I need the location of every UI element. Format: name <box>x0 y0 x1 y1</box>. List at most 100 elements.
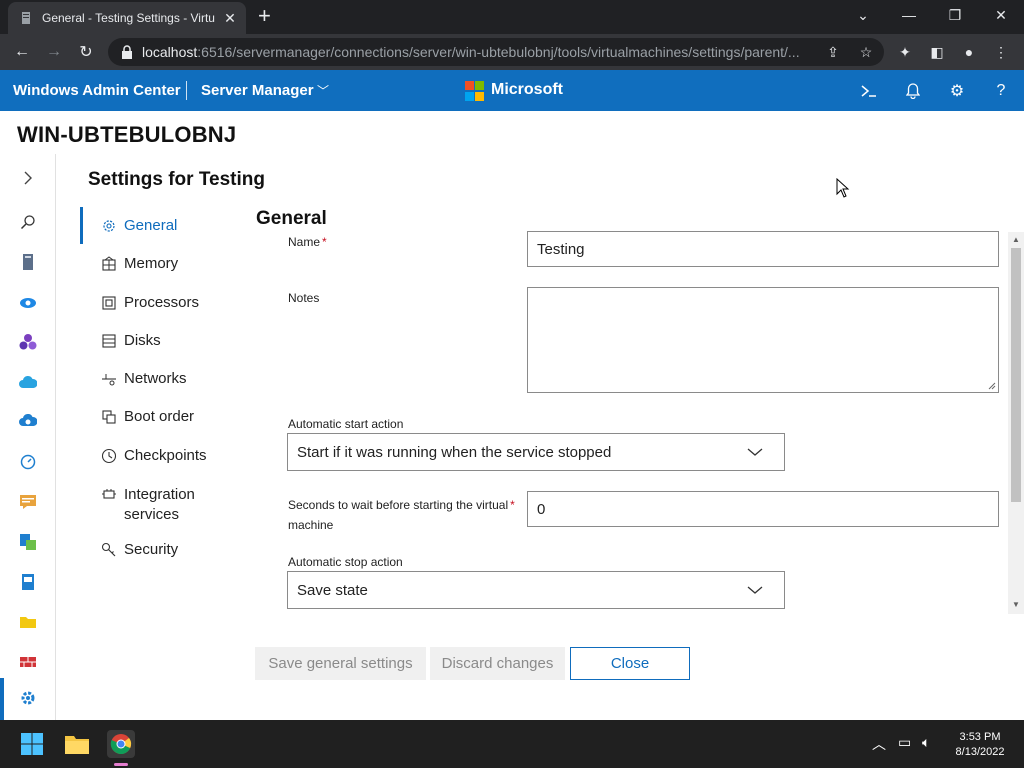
active-app-indicator <box>114 763 128 766</box>
scroll-up-icon[interactable]: ▲ <box>1011 235 1021 245</box>
nav-label: Networks <box>124 370 187 387</box>
scrollbar-thumb[interactable] <box>1011 248 1021 502</box>
lock-icon <box>122 45 132 59</box>
auto-start-label: Automatic start action <box>288 417 404 431</box>
notification-bell-icon[interactable] <box>902 80 924 102</box>
azure-hybrid-icon[interactable] <box>18 372 38 392</box>
network-icon <box>100 370 118 388</box>
back-icon[interactable]: ← <box>10 40 34 64</box>
nav-item-boot-order[interactable]: Boot order <box>100 408 194 426</box>
performance-gauge-icon[interactable] <box>18 452 38 472</box>
key-icon <box>100 541 118 559</box>
forward-icon[interactable]: → <box>42 40 66 64</box>
powershell-icon[interactable] <box>858 80 880 102</box>
resize-handle-icon[interactable] <box>988 382 996 390</box>
settings-title: Settings for Testing <box>88 169 265 190</box>
cluster-icon[interactable] <box>18 332 38 352</box>
settings-rail-gear-icon[interactable] <box>18 688 38 708</box>
close-button[interactable]: Close <box>570 647 690 680</box>
azure-monitor-icon[interactable] <box>18 412 38 432</box>
share-icon[interactable]: ⇪ <box>824 43 842 61</box>
clock-date: 8/13/2022 <box>955 746 1005 758</box>
clock-time: 3:53 PM <box>959 731 1001 743</box>
file-explorer-icon[interactable] <box>63 730 91 758</box>
nav-label: Security <box>124 541 179 558</box>
chrome-icon[interactable] <box>107 730 135 758</box>
nav-item-checkpoints[interactable]: Checkpoints <box>100 447 207 465</box>
files-folder-icon[interactable] <box>18 612 38 632</box>
app-header: Windows Admin Center Server Manager ﹀ Mi… <box>0 70 1024 111</box>
reload-icon[interactable]: ↻ <box>74 40 98 64</box>
nav-label: Memory <box>124 255 179 272</box>
auto-start-select[interactable]: Start if it was running when the service… <box>287 433 785 471</box>
browser-tab-title: General - Testing Settings - Virtu <box>42 11 215 25</box>
storage-icon[interactable] <box>18 572 38 592</box>
memory-icon <box>100 255 118 273</box>
firewall-icon[interactable] <box>18 652 38 672</box>
required-mark: * <box>322 235 327 249</box>
side-panel-icon[interactable]: ◧ <box>928 43 946 61</box>
network-tray-icon[interactable]: ▭ <box>898 734 911 751</box>
nav-item-security[interactable]: Security <box>100 541 178 559</box>
close-window-icon[interactable]: ✕ <box>978 0 1024 30</box>
profile-icon[interactable]: ● <box>960 43 978 61</box>
expand-chevron-icon[interactable] <box>18 168 38 188</box>
section-title: General <box>256 208 327 229</box>
nav-item-general[interactable]: General <box>100 217 177 235</box>
name-label: Name * <box>288 235 327 249</box>
chevron-down-icon <box>747 448 763 456</box>
menu-kebab-icon[interactable]: ⋮ <box>992 43 1010 61</box>
integration-icon <box>100 485 118 503</box>
show-hidden-icons-chevron-icon[interactable]: ︿ <box>872 734 886 754</box>
context-switcher[interactable]: Server Manager <box>201 82 314 99</box>
save-general-settings-button[interactable]: Save general settings <box>255 647 426 680</box>
search-icon[interactable] <box>18 212 38 232</box>
tools-rail <box>0 154 56 720</box>
chevron-down-icon[interactable]: ﹀ <box>317 82 329 99</box>
wait-seconds-input[interactable]: 0 <box>527 491 999 527</box>
clock-icon <box>100 447 118 465</box>
tab-search-icon[interactable]: ⌄ <box>840 0 886 30</box>
nav-label: Checkpoints <box>124 447 207 464</box>
browser-toolbar: ← → ↻ localhost:6516/servermanager/conne… <box>0 34 1024 70</box>
server-name: WIN-UBTEBULOBNJ <box>17 122 237 147</box>
events-icon[interactable] <box>18 492 38 512</box>
help-icon[interactable]: ? <box>990 80 1012 102</box>
discard-changes-button[interactable]: Discard changes <box>430 647 565 680</box>
server-icon[interactable] <box>18 252 38 272</box>
close-tab-icon[interactable]: ✕ <box>222 10 238 27</box>
browser-tab[interactable]: General - Testing Settings - Virtu ✕ <box>8 2 246 34</box>
nav-item-networks[interactable]: Networks <box>100 370 187 388</box>
nav-label: General <box>124 217 178 234</box>
extensions-icon[interactable]: ✦ <box>896 43 914 61</box>
boot-order-icon <box>100 408 118 426</box>
bookmark-star-icon[interactable]: ☆ <box>857 43 875 61</box>
taskbar-clock[interactable]: 3:53 PM 8/13/2022 <box>940 730 1020 760</box>
auto-start-value: Start if it was running when the service… <box>297 443 612 461</box>
nav-label: Integration services <box>124 486 195 523</box>
windows-start-icon[interactable] <box>18 730 46 758</box>
address-bar[interactable]: localhost:6516/servermanager/connections… <box>108 38 884 66</box>
brand-name: Microsoft <box>491 81 563 98</box>
nav-item-integration-services[interactable]: Integration services <box>100 485 224 525</box>
nav-item-disks[interactable]: Disks <box>100 332 161 350</box>
auto-stop-select[interactable]: Save state <box>287 571 785 609</box>
settings-gear-icon[interactable]: ⚙ <box>946 80 968 102</box>
scroll-down-icon[interactable]: ▼ <box>1011 600 1021 610</box>
name-input[interactable]: Testing <box>527 231 999 267</box>
app-title[interactable]: Windows Admin Center <box>13 82 181 99</box>
nav-label: Boot order <box>124 408 195 425</box>
azure-backup-icon[interactable] <box>18 292 38 312</box>
minimize-icon[interactable]: — <box>886 0 932 30</box>
nav-item-processors[interactable]: Processors <box>100 294 199 312</box>
nav-item-memory[interactable]: Memory <box>100 255 178 273</box>
restore-icon[interactable]: ❐ <box>932 0 978 30</box>
new-tab-icon[interactable]: + <box>258 5 271 27</box>
updates-icon[interactable] <box>18 532 38 552</box>
notes-textarea[interactable] <box>527 287 999 393</box>
browser-tab-strip: General - Testing Settings - Virtu ✕ + ⌄… <box>0 0 1024 34</box>
volume-icon[interactable]: 🔈︎ <box>922 734 930 751</box>
header-divider <box>186 81 187 100</box>
gear-icon <box>100 217 118 235</box>
chevron-down-icon <box>747 586 763 594</box>
